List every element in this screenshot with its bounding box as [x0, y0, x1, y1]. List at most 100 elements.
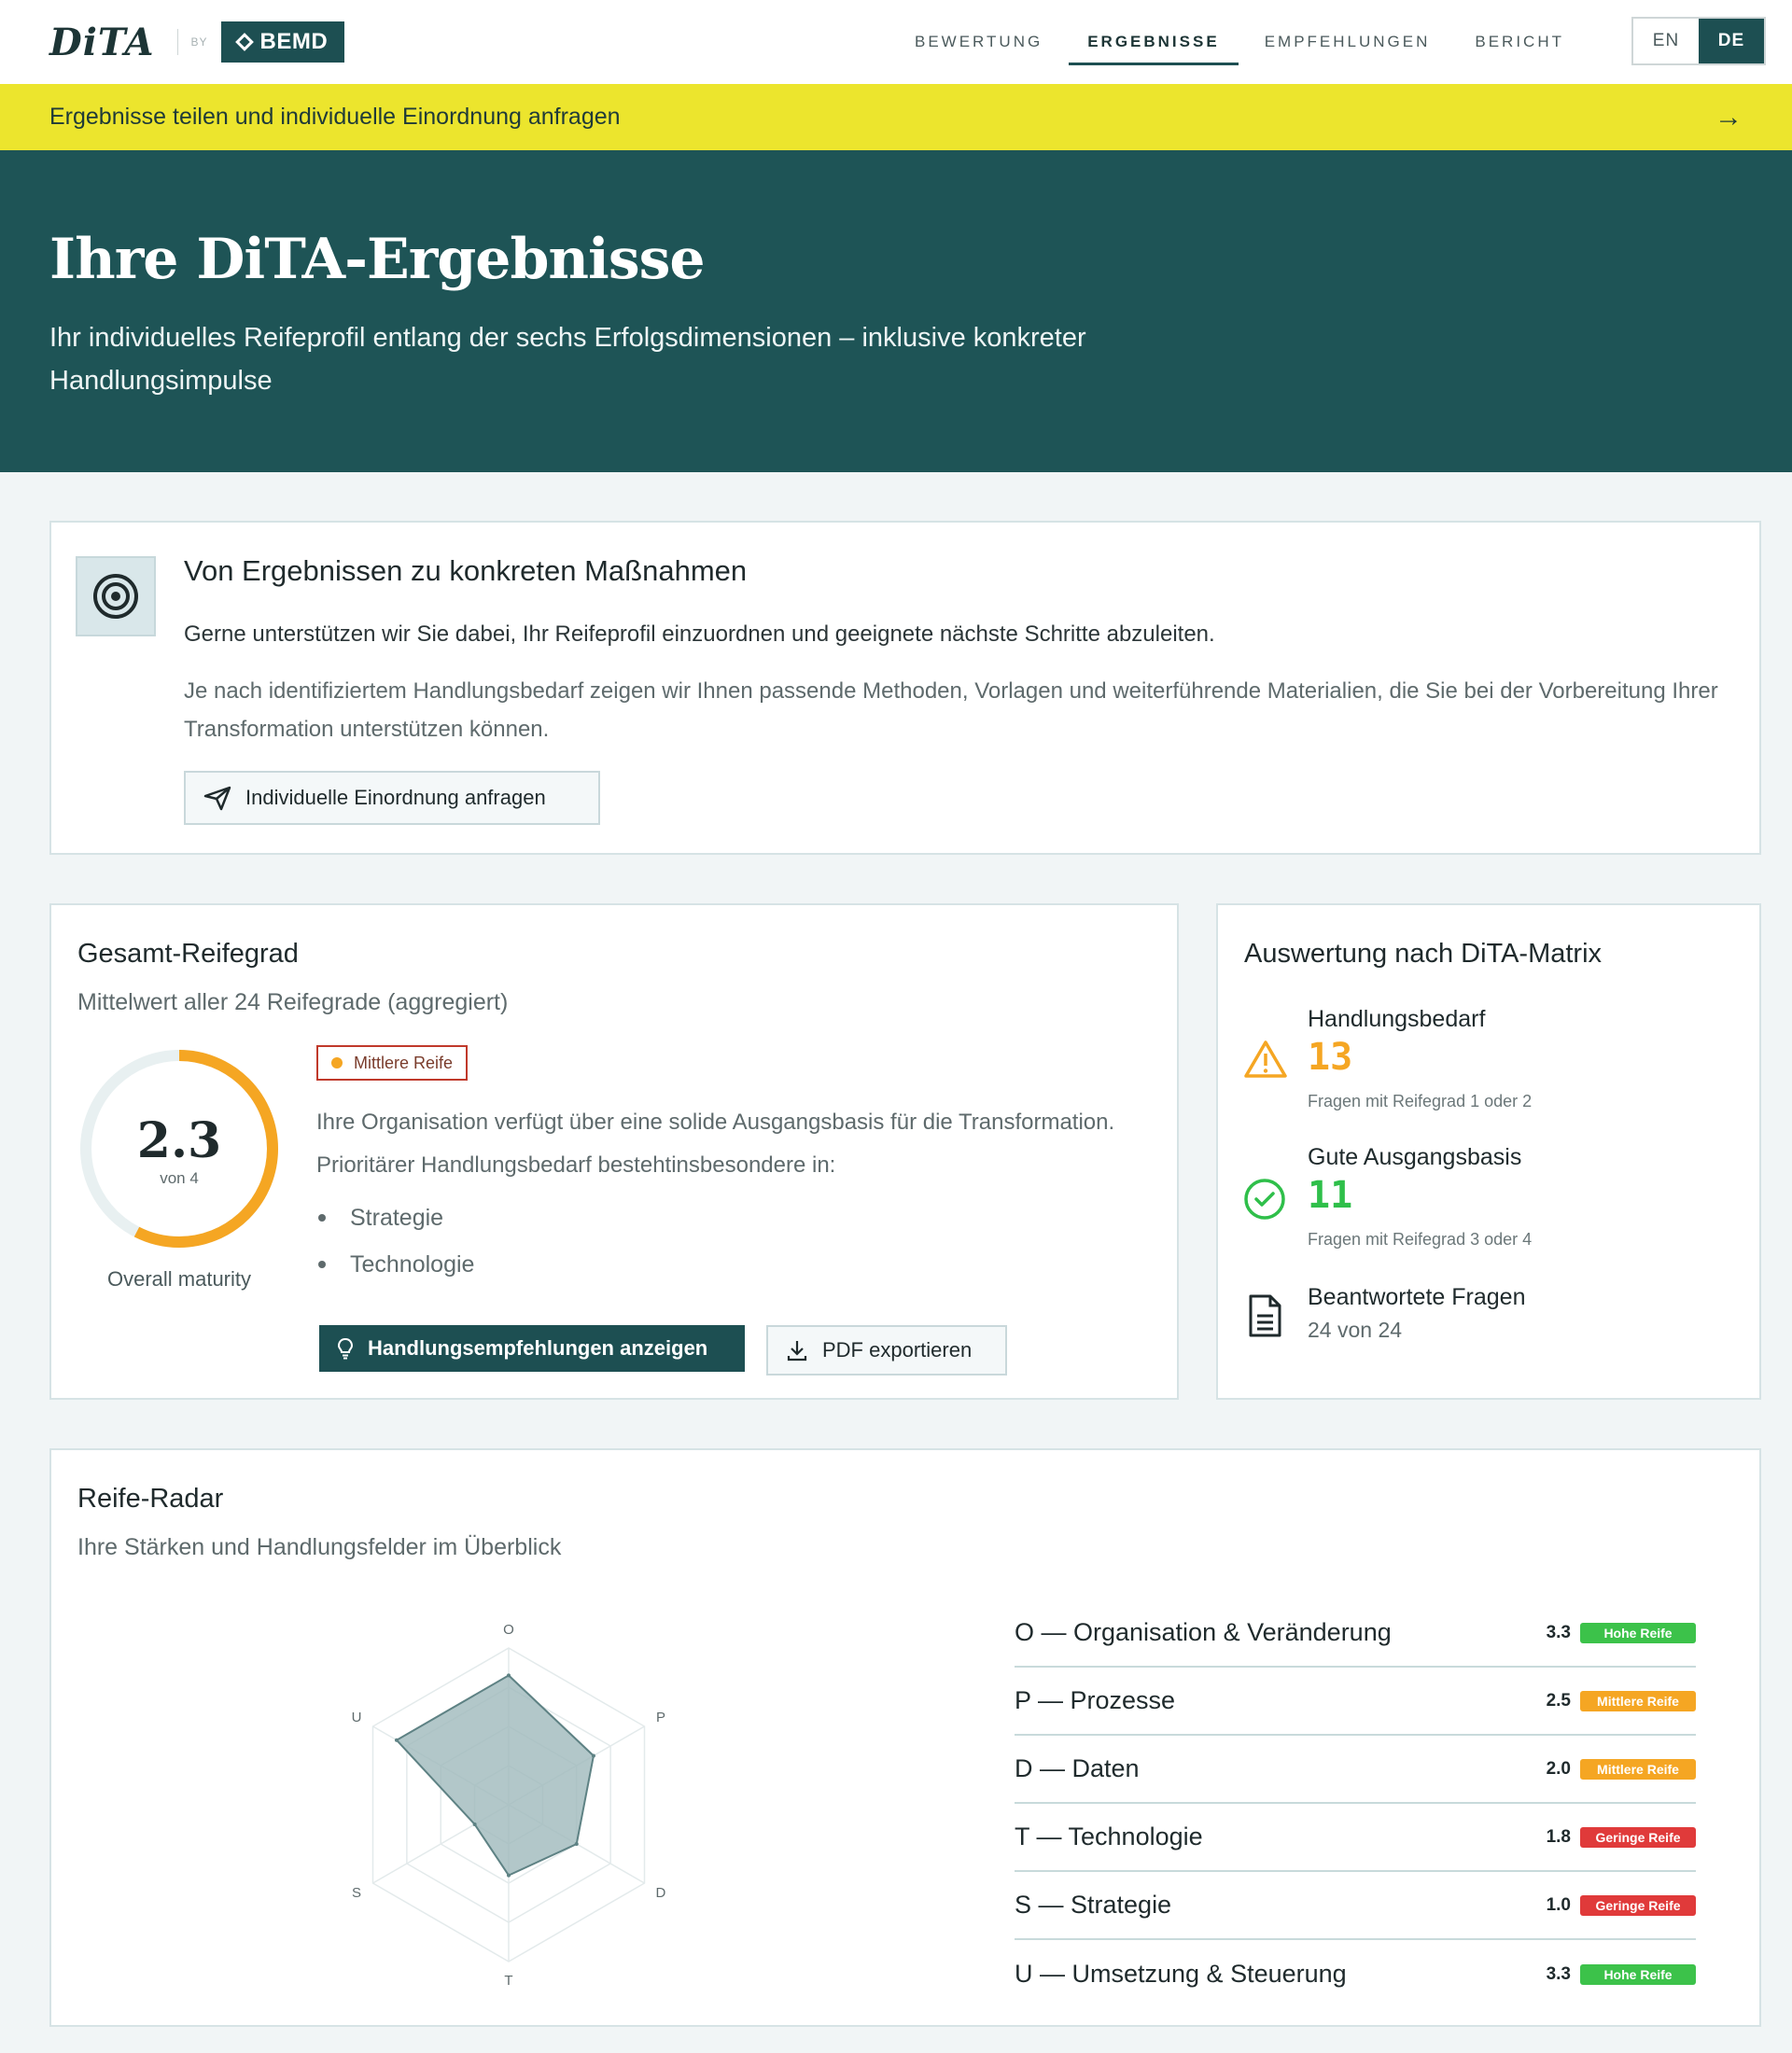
lightbulb-icon [337, 1337, 354, 1360]
radar-title: Reife-Radar [77, 1484, 224, 1514]
answered-label: Beantwortete Fragen [1308, 1284, 1526, 1310]
show-recommendations-button[interactable]: Handlungsempfehlungen anzeigen [319, 1325, 745, 1372]
action-card-lead: Gerne unterstützen wir Sie dabei, Ihr Re… [184, 621, 1215, 647]
good-note: Fragen mit Reifegrad 3 oder 4 [1308, 1230, 1533, 1249]
hero-section: Ihre DiTA-Ergebnisse Ihr individuelles R… [0, 150, 1792, 472]
radar-axis-label-U: U [352, 1710, 362, 1725]
request-assessment-button[interactable]: Individuelle Einordnung anfragen [184, 771, 600, 825]
dimension-row-T[interactable]: T — Technologie 1.8 Geringe Reife [1015, 1804, 1696, 1872]
radar-axis-label-P: P [656, 1710, 665, 1725]
overall-title: Gesamt-Reifegrad [77, 939, 299, 969]
priority-list: Strategie Technologie [316, 1194, 474, 1288]
radar-point-D [574, 1842, 579, 1846]
dimension-list: O — Organisation & Veränderung 3.3 Hohe Re… [1015, 1599, 1696, 2008]
radar-axis-label-O: O [503, 1622, 514, 1638]
nav-bewertung[interactable]: BEWERTUNG [915, 0, 1043, 84]
nav-ergebnisse[interactable]: ERGEBNISSE [1069, 0, 1239, 84]
dimension-score: 1.0 [1546, 1894, 1571, 1915]
dimension-name: P — Prozesse [1015, 1686, 1176, 1714]
top-navigation: DiTA BY BEMD BEWERTUNG ERGEBNISSE EMPFEH… [0, 0, 1792, 84]
maturity-badge-label: Mittlere Reife [354, 1053, 454, 1072]
check-circle-icon [1244, 1179, 1285, 1220]
share-results-banner[interactable]: Ergebnisse teilen und individuelle Einor… [0, 84, 1792, 150]
dimension-badge: Geringe Reife [1580, 1826, 1696, 1848]
dimension-row-P[interactable]: P — Prozesse 2.5 Mittlere Reife [1015, 1668, 1696, 1736]
bemd-logo-text: BEMD [259, 29, 329, 54]
dimension-name: U — Umsetzung & Steuerung [1015, 1960, 1347, 1988]
arrow-right-icon: → [1715, 101, 1743, 133]
lang-en-button[interactable]: EN [1633, 19, 1699, 63]
banner-text: Ergebnisse teilen und individuelle Einor… [49, 104, 621, 130]
dita-logo[interactable]: DiTA [49, 21, 155, 64]
need-value: 13 [1308, 1036, 1353, 1079]
radar-chart: O P D T S U [352, 1622, 666, 1989]
answered-value: 24 von 24 [1308, 1318, 1403, 1342]
radar-series-shape [395, 1674, 595, 1877]
good-value: 11 [1308, 1174, 1353, 1217]
dimension-row-S[interactable]: S — Strategie 1.0 Geringe Reife [1015, 1872, 1696, 1940]
dimension-score: 2.5 [1546, 1690, 1571, 1711]
dimension-name: O — Organisation & Veränderung [1015, 1618, 1392, 1646]
dimension-badge: Hohe Reife [1580, 1963, 1696, 1985]
action-card-description: Je nach identifiziertem Handlungsbedarf … [184, 678, 1718, 742]
dimension-badge: Mittlere Reife [1580, 1690, 1696, 1711]
page-title: Ihre DiTA-Ergebnisse [49, 227, 706, 292]
dimension-row-U[interactable]: U — Umsetzung & Steuerung 3.3 Hohe Reife [1015, 1940, 1696, 2008]
dimension-name: D — Daten [1015, 1754, 1140, 1782]
radar-point-P [591, 1753, 595, 1758]
dimension-row-O[interactable]: O — Organisation & Veränderung 3.3 Hohe Re… [1015, 1599, 1696, 1668]
dimension-score: 2.0 [1546, 1758, 1571, 1779]
need-note: Fragen mit Reifegrad 1 oder 2 [1308, 1092, 1533, 1110]
warning-icon [1244, 1040, 1287, 1078]
request-assessment-label: Individuelle Einordnung anfragen [245, 786, 546, 809]
radar-axis-label-T: T [504, 1973, 512, 1989]
bemd-logo[interactable]: BEMD [220, 21, 345, 63]
priority-item: Technologie [316, 1241, 474, 1288]
need-label: Handlungsbedarf [1308, 1006, 1486, 1032]
dita-matrix-card: Auswertung nach DiTA-Matrix Handlungsbed… [1216, 903, 1761, 1400]
target-icon [76, 556, 156, 636]
overall-score-max: von 4 [160, 1169, 199, 1187]
dimension-badge: Hohe Reife [1580, 1622, 1696, 1643]
radar-point-O [507, 1673, 511, 1678]
radar-point-T [507, 1873, 511, 1878]
dimension-row-D[interactable]: D — Daten 2.0 Mittlere Reife [1015, 1736, 1696, 1804]
bemd-diamond-icon [234, 33, 254, 51]
overall-maturity-card: Gesamt-Reifegrad Mittelwert aller 24 Rei… [49, 903, 1179, 1400]
overall-description: Ihre Organisation verfügt über eine soli… [316, 1110, 1115, 1178]
action-card-title: Von Ergebnissen zu konkreten Maßnahmen [184, 554, 748, 587]
export-pdf-label: PDF exportieren [822, 1338, 973, 1362]
send-icon [203, 786, 231, 811]
nav-empfehlungen[interactable]: EMPFEHLUNGEN [1265, 0, 1431, 84]
priority-item: Strategie [316, 1194, 474, 1241]
dimension-score: 1.8 [1546, 1826, 1571, 1847]
language-switcher: EN DE [1631, 17, 1766, 65]
badge-dot [331, 1057, 343, 1068]
action-card: Von Ergebnissen zu konkreten Maßnahmen G… [49, 521, 1761, 855]
download-icon [787, 1341, 807, 1362]
logo-by-text: BY [190, 35, 208, 49]
dimension-name: S — Strategie [1015, 1891, 1172, 1919]
overall-score: 2.3 [136, 1112, 222, 1169]
radar-axis-label-S: S [352, 1885, 361, 1901]
maturity-radar-card: Reife-Radar Ihre Stärken und Handlungsfe… [49, 1448, 1761, 2027]
logo-divider [176, 29, 178, 55]
dimension-score: 3.3 [1546, 1963, 1571, 1984]
nav-bericht[interactable]: BERICHT [1475, 0, 1564, 84]
lang-de-button[interactable]: DE [1699, 19, 1764, 63]
dimension-badge: Geringe Reife [1580, 1894, 1696, 1916]
dimension-badge: Mittlere Reife [1580, 1758, 1696, 1780]
export-pdf-button[interactable]: PDF exportieren [766, 1325, 1007, 1376]
document-icon [1249, 1294, 1281, 1337]
page-subtitle: Ihr individuelles Reifeprofil entlang de… [49, 323, 1086, 396]
radar-point-U [394, 1738, 399, 1742]
dimension-name: T — Technologie [1015, 1823, 1203, 1850]
good-label: Gute Ausgangsbasis [1308, 1144, 1522, 1170]
dimension-score: 3.3 [1546, 1622, 1571, 1642]
overall-caption: Overall maturity [106, 1267, 252, 1291]
maturity-badge: Mittlere Reife [316, 1045, 469, 1081]
radar-point-S [472, 1823, 477, 1826]
overall-subtitle: Mittelwert aller 24 Reifegrade (aggregie… [77, 989, 509, 1015]
matrix-title: Auswertung nach DiTA-Matrix [1244, 939, 1603, 969]
radar-axis-label-D: D [656, 1885, 666, 1901]
